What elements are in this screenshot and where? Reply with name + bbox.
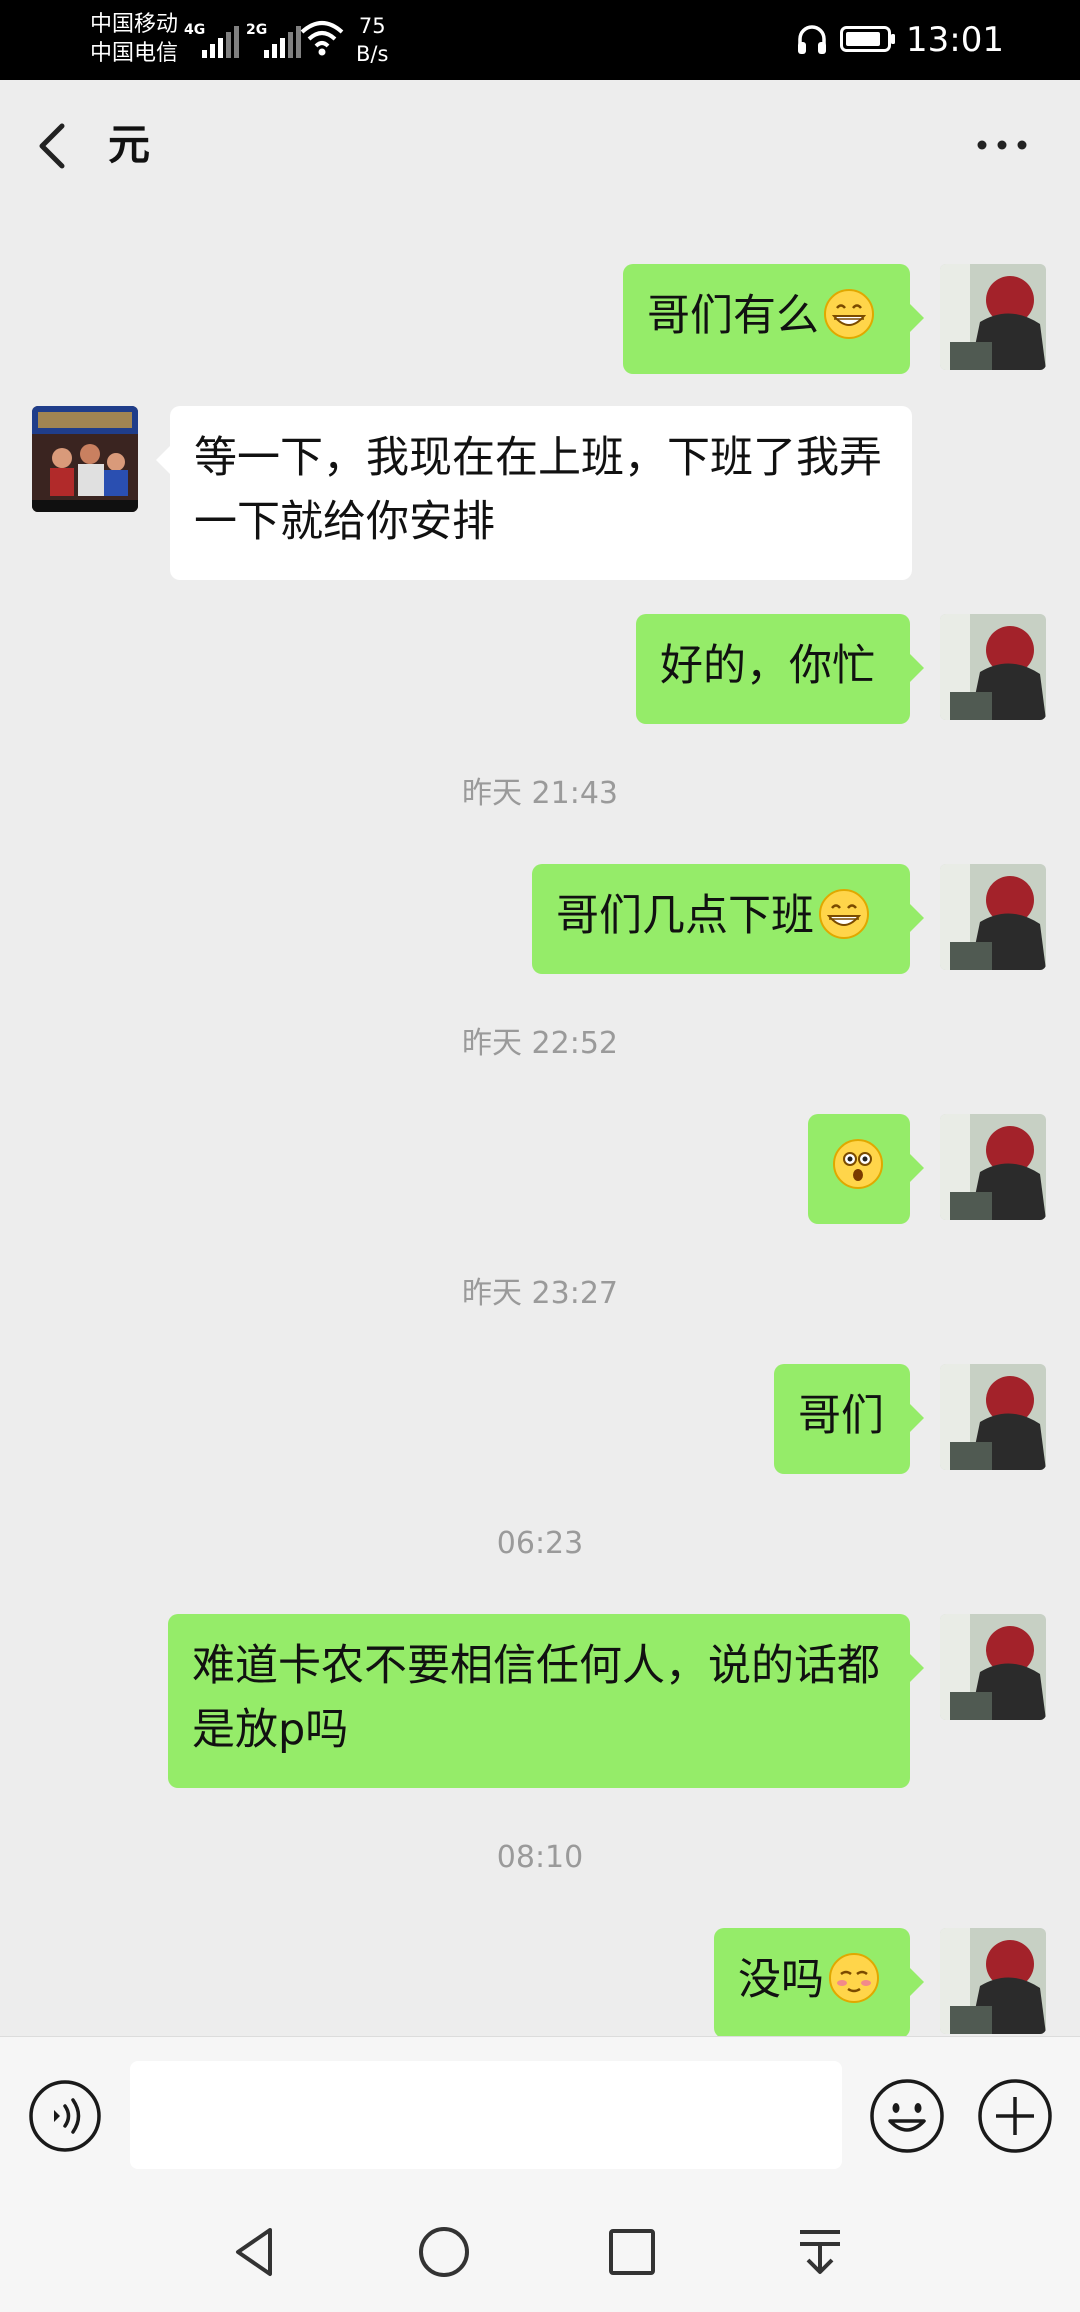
message-text: 等一下，我现在在上班，下班了我弄一下就给你安排 bbox=[194, 433, 882, 547]
avatar-self[interactable] bbox=[940, 264, 1046, 370]
plus-circle-icon[interactable] bbox=[976, 2077, 1054, 2155]
home-circle-icon[interactable] bbox=[414, 2222, 474, 2282]
notification-pull-icon[interactable] bbox=[790, 2222, 850, 2282]
message-bubble-self[interactable]: 哥们有么 bbox=[623, 264, 924, 374]
avatar-self[interactable] bbox=[940, 1114, 1046, 1220]
clock: 13:01 bbox=[906, 20, 1004, 60]
blush-emoji-icon bbox=[829, 1953, 879, 2003]
carrier-2: 中国电信 bbox=[90, 41, 179, 66]
chat-header: 元 bbox=[0, 80, 1080, 210]
message-bubble-contact[interactable]: 等一下，我现在在上班，下班了我弄一下就给你安排 bbox=[156, 406, 912, 580]
message-text: 哥们 bbox=[798, 1391, 884, 1441]
message-timestamp: 昨天 21:43 bbox=[462, 776, 618, 811]
surprised-emoji-icon bbox=[833, 1139, 883, 1189]
network-speed: 75 B/s bbox=[356, 12, 388, 68]
grin-emoji-icon bbox=[824, 289, 874, 339]
message-bubble-self[interactable]: 好的，你忙 bbox=[636, 614, 924, 724]
message-text: 难道卡农不要相信任何人，说的话都是放p吗 bbox=[192, 1641, 880, 1755]
speed-unit: B/s bbox=[356, 42, 389, 66]
message-timestamp: 06:23 bbox=[496, 1526, 584, 1561]
input-bar bbox=[0, 2036, 1080, 2193]
message-bubble-self[interactable]: 哥们几点下班 bbox=[532, 864, 924, 974]
system-nav-bar bbox=[0, 2192, 1080, 2312]
grin-emoji-icon bbox=[819, 889, 869, 939]
message-text: 没吗 bbox=[738, 1955, 824, 2005]
message-bubble-self[interactable]: 难道卡农不要相信任何人，说的话都是放p吗 bbox=[168, 1614, 924, 1788]
speed-value: 75 bbox=[358, 14, 386, 38]
recents-square-icon[interactable] bbox=[602, 2222, 662, 2282]
wifi-icon bbox=[300, 21, 344, 56]
message-bubble-self[interactable] bbox=[808, 1114, 924, 1224]
back-triangle-icon[interactable] bbox=[226, 2222, 286, 2282]
chevron-left-icon[interactable] bbox=[26, 116, 86, 176]
message-text: 好的，你忙 bbox=[660, 641, 875, 691]
message-list[interactable]: 哥们有么 等一下，我现在在上班，下班了我弄一下就给你安排 好的，你忙 昨天 21… bbox=[0, 210, 1080, 2036]
message-timestamp: 昨天 22:52 bbox=[462, 1026, 618, 1061]
avatar-self[interactable] bbox=[940, 1364, 1046, 1470]
avatar-self[interactable] bbox=[940, 614, 1046, 720]
more-dots-icon[interactable] bbox=[972, 120, 1032, 170]
message-timestamp: 08:10 bbox=[496, 1840, 584, 1875]
carrier-1: 中国移动 bbox=[90, 12, 179, 37]
carrier-names: 中国移动 中国电信 bbox=[90, 10, 178, 68]
chat-title: 元 bbox=[108, 120, 151, 169]
avatar-contact[interactable] bbox=[32, 406, 138, 512]
message-bubble-self[interactable]: 哥们 bbox=[774, 1364, 924, 1474]
voice-icon[interactable] bbox=[28, 2079, 102, 2153]
message-text: 哥们几点下班 bbox=[556, 891, 814, 941]
avatar-self[interactable] bbox=[940, 1614, 1046, 1720]
message-timestamp: 昨天 23:27 bbox=[462, 1276, 618, 1311]
message-input[interactable] bbox=[130, 2061, 842, 2169]
avatar-self[interactable] bbox=[940, 864, 1046, 970]
headphone-icon bbox=[798, 25, 826, 54]
avatar-self[interactable] bbox=[940, 1928, 1046, 2034]
message-bubble-self[interactable]: 没吗 bbox=[714, 1928, 924, 2036]
battery-icon bbox=[840, 26, 895, 52]
status-bar: 中国移动 中国电信 4G 2G 75 B/s 13:01 bbox=[0, 0, 1080, 80]
smiley-icon[interactable] bbox=[868, 2077, 946, 2155]
message-text: 哥们有么 bbox=[647, 291, 819, 341]
